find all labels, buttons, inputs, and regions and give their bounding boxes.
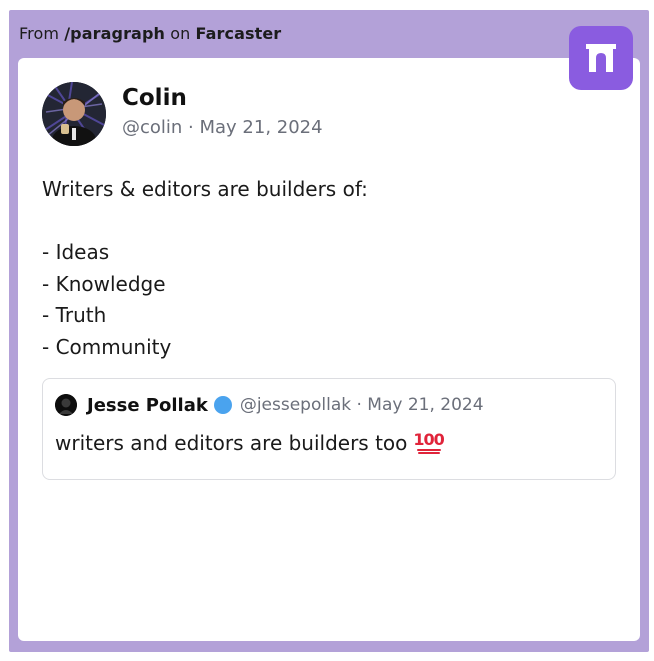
author-name[interactable]: Colin xyxy=(122,84,323,112)
quoted-text: writers and editors are builders too xyxy=(55,431,408,455)
quoted-post[interactable]: Jesse Pollak @jessepollak · May 21, 2024… xyxy=(42,378,616,480)
post-line: - Truth xyxy=(42,303,107,327)
hundred-points-icon: 100 xyxy=(413,432,445,454)
quoted-post-header: Jesse Pollak @jessepollak · May 21, 2024 xyxy=(55,393,484,417)
paragraph-logo-icon[interactable] xyxy=(569,26,633,90)
post-body: Writers & editors are builders of: - Ide… xyxy=(42,174,368,363)
source-platform-link[interactable]: Farcaster xyxy=(196,24,282,43)
source-line: From /paragraph on Farcaster xyxy=(19,24,281,43)
post-line: - Knowledge xyxy=(42,271,166,296)
quoted-author-meta: @jessepollak · May 21, 2024 xyxy=(239,395,484,415)
avatar[interactable] xyxy=(42,82,106,146)
quoted-post-text: writers and editors are builders too 100 xyxy=(55,431,445,455)
post-line: - Community xyxy=(42,334,172,359)
post-line: Writers & editors are builders of: xyxy=(42,177,368,201)
verified-badge-icon xyxy=(213,396,232,414)
author-meta: @colin · May 21, 2024 xyxy=(122,117,323,138)
post-line xyxy=(42,206,368,238)
post-author: Colin @colin · May 21, 2024 xyxy=(42,82,323,146)
quoted-author-name[interactable]: Jesse Pollak xyxy=(87,395,208,416)
quoted-avatar[interactable] xyxy=(55,394,77,416)
source-connector: on xyxy=(170,24,191,43)
embed-frame: From /paragraph on Farcaster Colin @coli… xyxy=(9,10,649,652)
source-channel-link[interactable]: /paragraph xyxy=(64,24,165,43)
source-prefix: From xyxy=(19,24,60,43)
post-card[interactable]: Colin @colin · May 21, 2024 Writers & ed… xyxy=(18,58,640,641)
post-line: - Ideas xyxy=(42,240,110,264)
